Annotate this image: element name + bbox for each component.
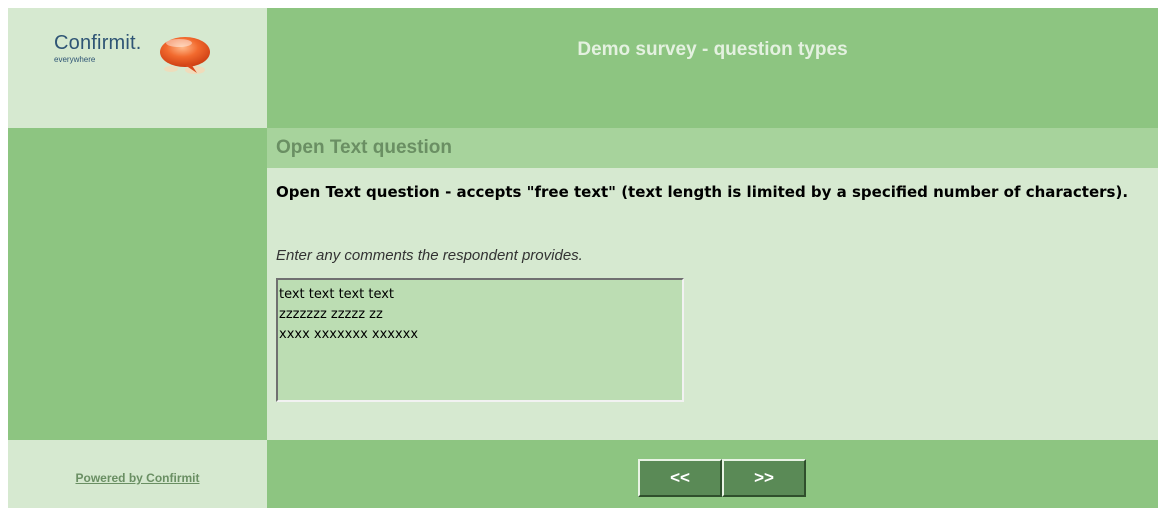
confirmit-logo: Confirmit. everywhere <box>54 32 214 82</box>
navigation-bar: << >> <box>267 440 1158 508</box>
logo-wordmark: Confirmit. <box>54 32 142 54</box>
powered-by-confirmit-link[interactable]: Powered by Confirmit <box>8 471 267 485</box>
question-instruction: Enter any comments the respondent provid… <box>276 247 583 264</box>
open-text-answer-field[interactable]: text text text text zzzzzzz zzzzz zz xxx… <box>276 278 684 402</box>
sidebar <box>8 128 267 440</box>
footer-left: Powered by Confirmit <box>8 440 267 508</box>
header-bar: Demo survey - question types <box>267 8 1158 128</box>
logo-tagline: everywhere <box>54 55 96 64</box>
question-panel: Open Text question Open Text question - … <box>267 128 1158 440</box>
orange-speech-bubble-logo-icon <box>160 37 210 74</box>
logo-cell: Confirmit. everywhere <box>8 8 267 128</box>
next-button[interactable]: >> <box>722 459 806 497</box>
question-text: Open Text question - accepts "free text"… <box>276 183 1129 201</box>
back-button[interactable]: << <box>638 459 722 497</box>
question-heading-bar: Open Text question <box>267 128 1158 168</box>
question-heading: Open Text question <box>276 137 452 158</box>
survey-title: Demo survey - question types <box>577 39 848 60</box>
survey-page: Confirmit. everywhere Demo survey - ques <box>8 8 1158 508</box>
